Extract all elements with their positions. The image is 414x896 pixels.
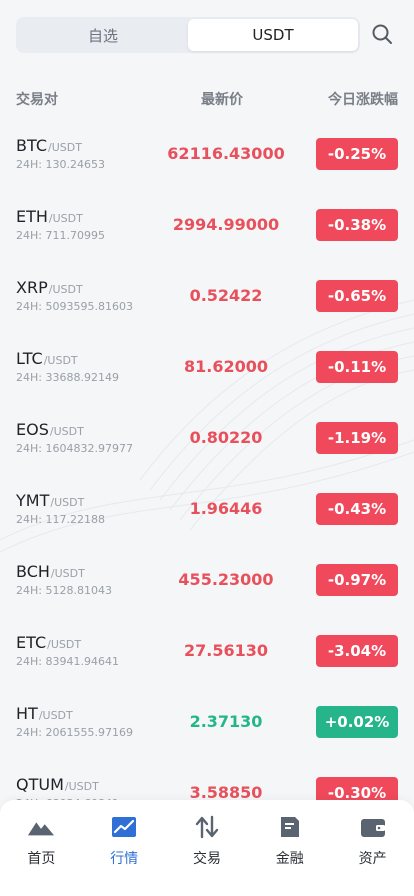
pair-volume: 24H: 1604832.97977 xyxy=(16,442,133,455)
pair-quote: /USDT xyxy=(47,638,82,651)
market-row-ht[interactable]: HT/USDT 24H: 2061555.97169 2.37130 +0.02… xyxy=(0,686,414,757)
tab-favorites[interactable]: 自选 xyxy=(18,19,188,51)
search-icon xyxy=(372,24,392,44)
pair-symbol: XRP xyxy=(16,278,48,297)
pair-quote: /USDT xyxy=(64,780,99,793)
pair-cell: HT/USDT 24H: 2061555.97169 xyxy=(16,704,156,739)
market-row-eth[interactable]: ETH/USDT 24H: 711.70995 2994.99000 -0.38… xyxy=(0,189,414,260)
change-badge: -1.19% xyxy=(316,421,398,454)
last-price: 62116.43000 xyxy=(167,144,285,163)
change-badge: -0.25% xyxy=(316,137,398,170)
pair-symbol: QTUM xyxy=(16,775,64,794)
market-row-xrp[interactable]: XRP/USDT 24H: 5093595.81603 0.52422 -0.6… xyxy=(0,260,414,331)
market-row-ltc[interactable]: LTC/USDT 24H: 33688.92149 81.62000 -0.11… xyxy=(0,331,414,402)
pair-cell: LTC/USDT 24H: 33688.92149 xyxy=(16,349,156,384)
pair-cell: BCH/USDT 24H: 5128.81043 xyxy=(16,562,156,597)
pair-volume: 24H: 5128.81043 xyxy=(16,584,112,597)
bottom-nav: 首页 行情 交易 金融 资产 xyxy=(0,800,414,896)
pair-symbol: BCH xyxy=(16,562,50,581)
nav-trade[interactable]: 交易 xyxy=(166,814,249,896)
top-bar: 自选 USDT xyxy=(16,16,398,54)
market-tab-group: 自选 USDT xyxy=(16,17,360,53)
change-badge: -0.65% xyxy=(316,279,398,312)
pair-quote: /USDT xyxy=(47,141,82,154)
pair-cell: ETH/USDT 24H: 711.70995 xyxy=(16,207,156,242)
pair-quote: /USDT xyxy=(50,567,85,580)
nav-label: 资产 xyxy=(358,851,387,867)
nav-home[interactable]: 首页 xyxy=(0,814,83,896)
pair-quote: /USDT xyxy=(50,496,85,509)
last-price: 27.56130 xyxy=(183,641,268,660)
change-badge: -0.43% xyxy=(316,492,398,525)
pair-volume: 24H: 2061555.97169 xyxy=(16,726,133,739)
last-price: 1.96446 xyxy=(189,499,263,518)
market-row-ymt[interactable]: YMT/USDT 24H: 117.22188 1.96446 -0.43% xyxy=(0,473,414,544)
nav-label: 行情 xyxy=(110,851,139,867)
pair-symbol: EOS xyxy=(16,420,49,439)
document-icon xyxy=(276,814,304,840)
pair-cell: ETC/USDT 24H: 83941.94641 xyxy=(16,633,156,668)
change-badge: -0.11% xyxy=(316,350,398,383)
nav-label: 金融 xyxy=(275,851,304,867)
pair-symbol: HT xyxy=(16,704,38,723)
market-row-etc[interactable]: ETC/USDT 24H: 83941.94641 27.56130 -3.04… xyxy=(0,615,414,686)
pair-cell: YMT/USDT 24H: 117.22188 xyxy=(16,491,156,526)
last-price: 2.37130 xyxy=(189,712,263,731)
last-price: 455.23000 xyxy=(178,570,274,589)
change-badge: -0.38% xyxy=(316,208,398,241)
pair-quote: /USDT xyxy=(48,283,83,296)
pair-cell: EOS/USDT 24H: 1604832.97977 xyxy=(16,420,156,455)
pair-volume: 24H: 5093595.81603 xyxy=(16,300,133,313)
nav-label: 交易 xyxy=(192,851,221,867)
header-change: 今日涨跌幅 xyxy=(328,92,398,108)
header-pair: 交易对 xyxy=(16,92,58,108)
pair-cell: BTC/USDT 24H: 130.24653 xyxy=(16,136,156,171)
wallet-icon xyxy=(359,814,387,840)
pair-quote: /USDT xyxy=(48,212,83,225)
search-button[interactable] xyxy=(366,18,398,50)
market-row-bch[interactable]: BCH/USDT 24H: 5128.81043 455.23000 -0.97… xyxy=(0,544,414,615)
market-list: BTC/USDT 24H: 130.24653 62116.43000 -0.2… xyxy=(0,118,414,828)
change-badge: +0.02% xyxy=(316,705,398,738)
market-row-btc[interactable]: BTC/USDT 24H: 130.24653 62116.43000 -0.2… xyxy=(0,118,414,189)
pair-quote: /USDT xyxy=(38,709,73,722)
market-row-eos[interactable]: EOS/USDT 24H: 1604832.97977 0.80220 -1.1… xyxy=(0,402,414,473)
swap-arrows-icon xyxy=(193,814,221,840)
pair-quote: /USDT xyxy=(43,354,78,367)
pair-volume: 24H: 117.22188 xyxy=(16,513,105,526)
change-badge: -3.04% xyxy=(316,634,398,667)
pair-cell: XRP/USDT 24H: 5093595.81603 xyxy=(16,278,156,313)
nav-label: 首页 xyxy=(27,851,56,867)
pair-volume: 24H: 83941.94641 xyxy=(16,655,119,668)
market-table-header: 交易对 最新价 今日涨跌幅 xyxy=(16,88,398,110)
pair-symbol: YMT xyxy=(16,491,50,510)
mountain-icon xyxy=(27,814,55,840)
pair-quote: /USDT xyxy=(49,425,84,438)
pair-symbol: ETC xyxy=(16,633,47,652)
pair-symbol: ETH xyxy=(16,207,48,226)
change-badge: -0.97% xyxy=(316,563,398,596)
last-price: 0.80220 xyxy=(189,428,263,447)
nav-finance[interactable]: 金融 xyxy=(248,814,331,896)
tab-usdt[interactable]: USDT xyxy=(188,19,358,51)
pair-symbol: LTC xyxy=(16,349,43,368)
nav-market[interactable]: 行情 xyxy=(83,814,166,896)
last-price: 81.62000 xyxy=(183,357,268,376)
last-price: 0.52422 xyxy=(189,286,263,305)
header-price: 最新价 xyxy=(201,92,243,108)
pair-volume: 24H: 33688.92149 xyxy=(16,371,119,384)
pair-volume: 24H: 711.70995 xyxy=(16,229,105,242)
chart-icon xyxy=(110,814,138,840)
nav-assets[interactable]: 资产 xyxy=(331,814,414,896)
pair-volume: 24H: 130.24653 xyxy=(16,158,105,171)
last-price: 2994.99000 xyxy=(172,215,280,234)
pair-symbol: BTC xyxy=(16,136,47,155)
